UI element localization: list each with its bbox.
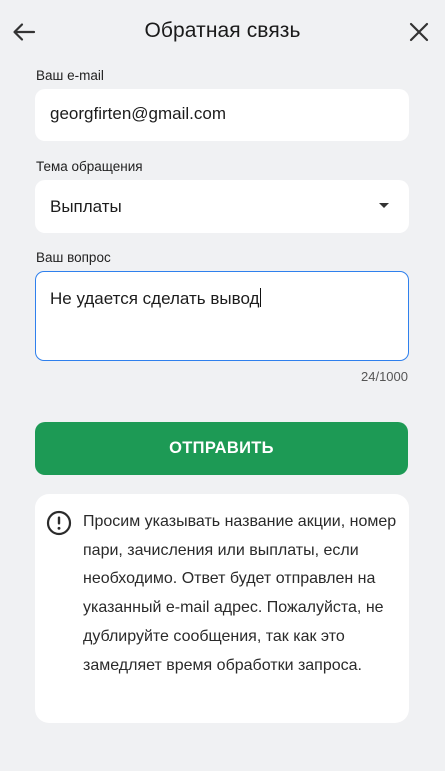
text-caret	[260, 288, 262, 307]
topic-label: Тема обращения	[36, 159, 143, 174]
email-value: georgfirten@gmail.com	[50, 104, 226, 123]
question-value: Не удается сделать вывод	[50, 289, 260, 308]
question-label: Ваш вопрос	[36, 250, 111, 265]
chevron-down-icon	[379, 203, 389, 208]
email-label: Ваш e-mail	[36, 68, 104, 83]
info-card: Просим указывать название акции, номер п…	[35, 494, 409, 723]
alert-circle-icon	[46, 510, 72, 536]
topic-select[interactable]: Выплаты	[35, 180, 409, 233]
header: Обратная связь	[0, 0, 445, 64]
page-title: Обратная связь	[144, 19, 301, 42]
character-counter: 24/1000	[361, 369, 408, 384]
topic-value: Выплаты	[50, 197, 122, 216]
email-field[interactable]: georgfirten@gmail.com	[35, 89, 409, 141]
question-textarea[interactable]: Не удается сделать вывод	[35, 271, 409, 361]
info-text: Просим указывать название акции, номер п…	[83, 513, 397, 674]
submit-button[interactable]: ОТПРАВИТЬ	[35, 422, 408, 475]
close-icon	[409, 22, 429, 42]
feedback-screen: Обратная связь Ваш e-mail georgfirten@gm…	[0, 0, 445, 771]
close-button[interactable]	[405, 18, 433, 46]
question-value-wrap: Не удается сделать вывод	[50, 288, 262, 309]
